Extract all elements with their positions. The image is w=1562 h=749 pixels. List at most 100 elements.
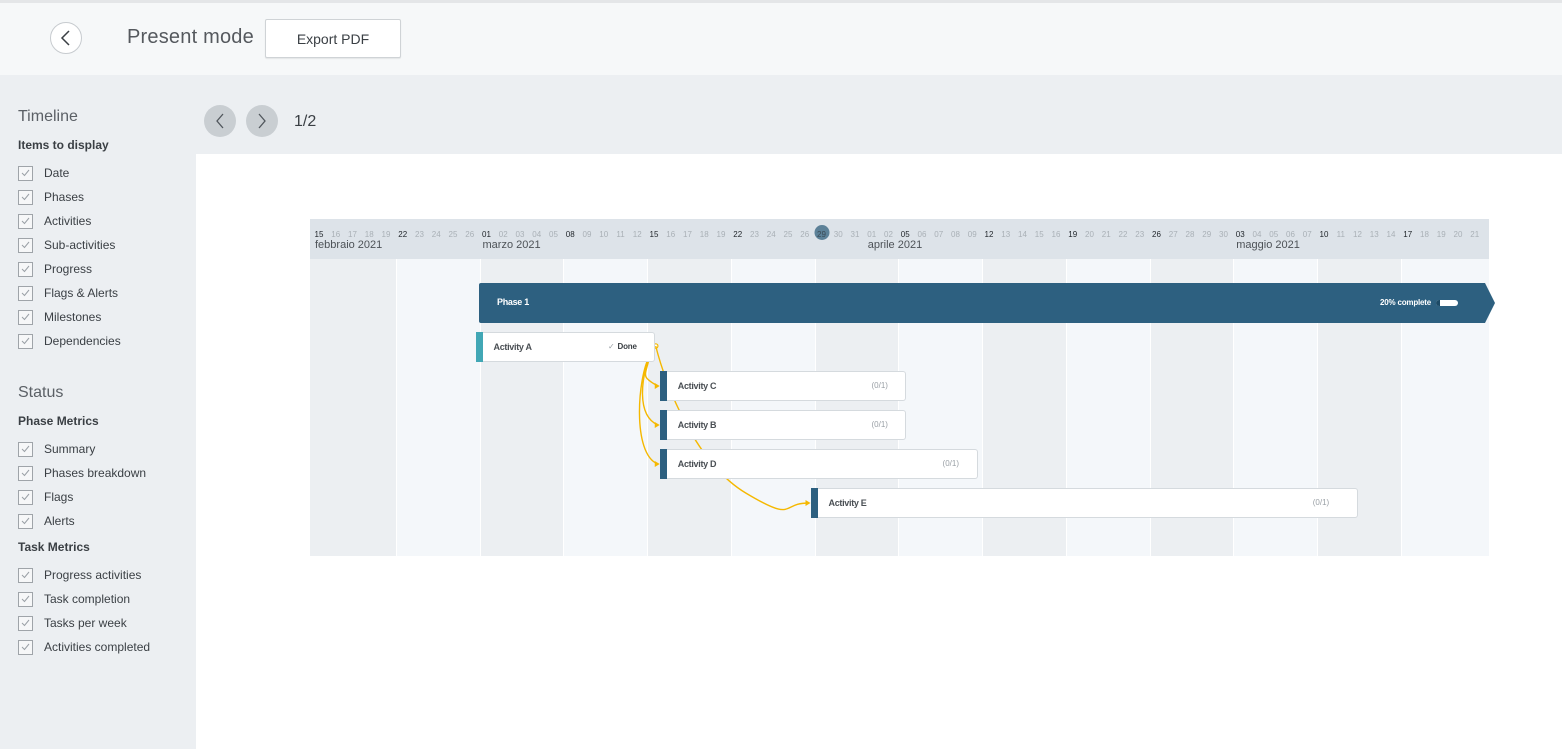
checkbox-date[interactable]: Date: [18, 165, 69, 181]
checkbox-label: Task completion: [44, 592, 131, 606]
day-label: 19: [716, 230, 726, 239]
activity-name: Activity E: [828, 498, 867, 508]
checkbox[interactable]: [18, 513, 33, 529]
day-label: 07: [1302, 230, 1312, 239]
day-label: 03: [515, 230, 525, 239]
checkbox-label: Phases breakdown: [44, 466, 147, 480]
day-label: 26: [800, 230, 810, 239]
checkbox-phases-breakdown[interactable]: Phases breakdown: [18, 465, 146, 481]
activity-a[interactable]: Activity A ✓ Done: [475, 332, 655, 362]
checkbox-activities[interactable]: Activities: [18, 213, 91, 229]
checkbox[interactable]: [18, 639, 33, 655]
phase-progress-label: 20% complete: [1380, 298, 1431, 307]
checkbox[interactable]: [18, 309, 33, 325]
month-label: aprile 2021: [867, 239, 923, 251]
status-section-title: Status: [18, 384, 64, 401]
day-label: 24: [431, 230, 441, 239]
checkbox[interactable]: [18, 591, 33, 607]
checkbox[interactable]: [18, 213, 33, 229]
day-label: 15: [314, 230, 324, 239]
checkbox-sub-activities[interactable]: Sub-activities: [18, 237, 115, 253]
day-label: 05: [549, 230, 558, 239]
checkbox-label: Flags & Alerts: [44, 286, 119, 300]
day-label: 15: [1034, 230, 1044, 239]
checkbox-phases[interactable]: Phases: [18, 189, 84, 205]
day-label: 23: [750, 230, 759, 239]
checkbox[interactable]: [18, 261, 33, 277]
checkbox-milestones[interactable]: Milestones: [18, 309, 101, 325]
pager-bar: 1/2: [196, 75, 1562, 154]
day-label: 10: [599, 230, 609, 239]
checkbox-label: Progress: [44, 262, 93, 276]
checkbox-label: Phases: [44, 190, 85, 204]
checkbox-flags[interactable]: Flags: [18, 489, 73, 505]
timeline-section-title: Timeline: [18, 108, 78, 125]
day-label: 11: [616, 230, 625, 239]
activity-name: Activity A: [493, 342, 532, 352]
day-label: 11: [1336, 230, 1345, 239]
check-icon: [21, 217, 30, 225]
day-label: 01: [867, 230, 877, 239]
activity-name: Activity D: [677, 459, 717, 469]
week-band: [396, 259, 480, 556]
activity-color-bar: [475, 332, 483, 362]
check-icon: [21, 643, 30, 651]
checkbox-flags-alerts[interactable]: Flags & Alerts: [18, 285, 118, 301]
activity-name: Activity B: [677, 420, 717, 430]
activity-subtask-count: (0/1): [942, 459, 959, 468]
checkbox[interactable]: [18, 189, 33, 205]
day-label: 07: [934, 230, 944, 239]
checkbox[interactable]: [18, 567, 33, 583]
checkbox-label: Alerts: [44, 514, 75, 528]
checkbox-summary[interactable]: Summary: [18, 441, 95, 457]
day-label: 13: [1369, 230, 1379, 239]
day-label: 25: [783, 230, 793, 239]
day-label: 20: [1085, 230, 1094, 239]
checkbox-tasks-per-week[interactable]: Tasks per week: [18, 615, 127, 631]
checkbox-label: Tasks per week: [44, 616, 127, 630]
day-label: 15: [649, 230, 659, 239]
checkbox[interactable]: [18, 333, 33, 349]
checkbox[interactable]: [18, 465, 33, 481]
checkbox-progress-activities[interactable]: Progress activities: [18, 567, 141, 583]
checkbox[interactable]: [18, 285, 33, 301]
activity-c[interactable]: Activity C (0/1): [659, 371, 906, 401]
day-label: 21: [1470, 230, 1480, 239]
checkbox-task-completion[interactable]: Task completion: [18, 591, 130, 607]
day-label: 22: [733, 230, 743, 239]
month-label: maggio 2021: [1236, 239, 1300, 251]
checkbox-alerts[interactable]: Alerts: [18, 513, 75, 529]
activity-e[interactable]: Activity E (0/1): [810, 488, 1359, 518]
day-label: 17: [1403, 230, 1413, 239]
day-label: 05: [1269, 230, 1279, 239]
activity-d[interactable]: Activity D (0/1): [659, 449, 978, 479]
back-button[interactable]: [50, 22, 82, 54]
next-page-button[interactable]: [246, 105, 278, 137]
checkbox[interactable]: [18, 165, 33, 181]
checkbox-dependencies[interactable]: Dependencies: [18, 333, 121, 349]
checkbox-label: Progress activities: [44, 568, 142, 582]
day-label: 30: [1219, 230, 1228, 239]
phase-progress-fill: [1436, 300, 1441, 306]
check-icon: [21, 469, 30, 477]
day-label: 12: [632, 230, 642, 239]
activity-status-label: Done: [617, 342, 637, 351]
day-label: 20: [1453, 230, 1463, 239]
phase-bar[interactable]: Phase 1 20% complete: [479, 283, 1495, 323]
prev-page-button[interactable]: [204, 105, 236, 137]
checkbox-progress[interactable]: Progress: [18, 261, 92, 277]
checkbox[interactable]: [18, 489, 33, 505]
check-icon: [21, 169, 30, 177]
activity-b[interactable]: Activity B (0/1): [659, 410, 906, 440]
week-band: [310, 259, 396, 556]
checkbox-label: Activities: [44, 214, 92, 228]
page-title: Present mode: [127, 26, 254, 48]
checkbox[interactable]: [18, 237, 33, 253]
export-pdf-button[interactable]: Export PDF: [265, 19, 401, 58]
checkbox[interactable]: [18, 615, 33, 631]
checkbox[interactable]: [18, 441, 33, 457]
checkbox-activities-completed[interactable]: Activities completed: [18, 639, 150, 655]
phase-metrics-title: Phase Metrics: [18, 414, 99, 428]
top-bar: Present mode Export PDF: [0, 0, 1562, 75]
month-label: febbraio 2021: [315, 239, 383, 251]
